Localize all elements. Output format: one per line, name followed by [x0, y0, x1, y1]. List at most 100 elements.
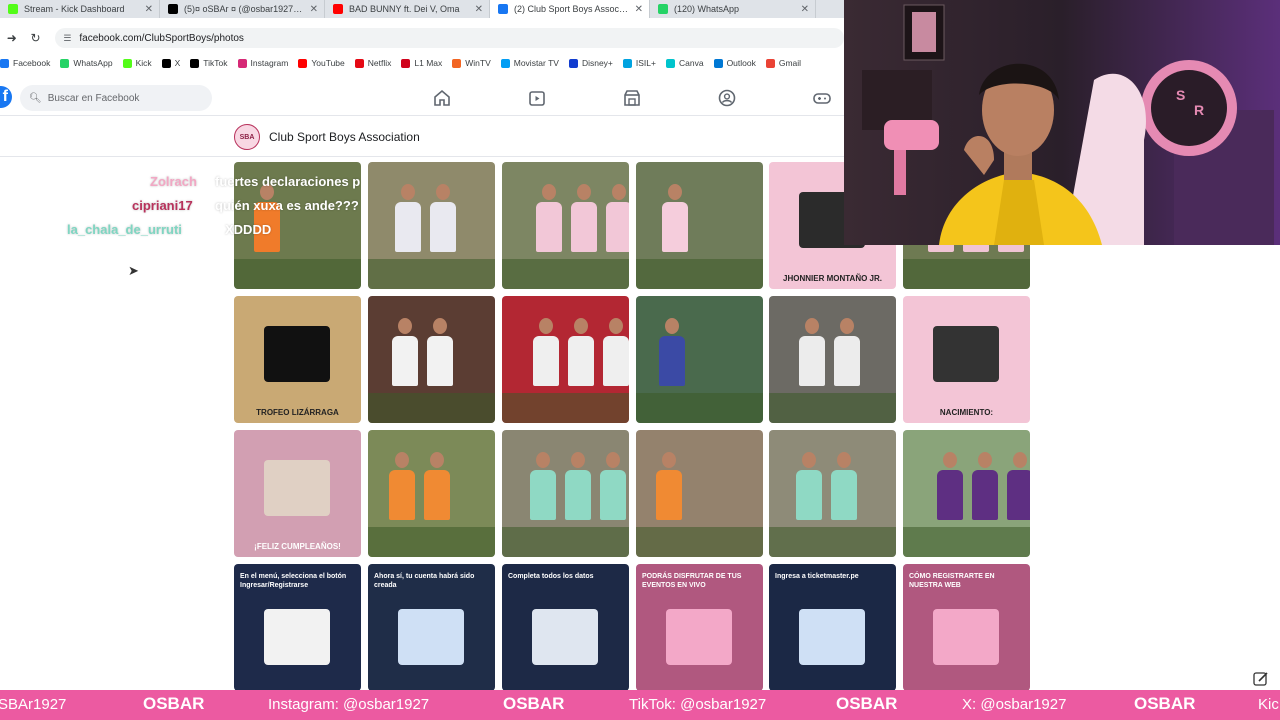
bookmark-favicon-icon [354, 58, 364, 68]
browser-tab[interactable]: BAD BUNNY ft. Dei V, Oma ✕ [325, 0, 490, 18]
photo-thumbnail[interactable] [502, 296, 629, 423]
bookmark-item[interactable]: L1 Max [401, 58, 442, 68]
bookmark-label: Facebook [13, 58, 51, 68]
ticker-item: Kic [1258, 696, 1279, 713]
browser-tab[interactable]: Stream - Kick Dashboard ✕ [0, 0, 160, 18]
pitch-ground [903, 259, 1030, 289]
ticker-logo: OSBAR [143, 694, 205, 713]
bookmark-item[interactable]: WhatsApp [60, 58, 113, 68]
groups-icon[interactable] [717, 88, 737, 108]
bookmark-item[interactable]: ISIL+ [622, 58, 656, 68]
address-bar-row: ➜ ↻ ☰ facebook.com/ClubSportBoys/photos [0, 28, 844, 48]
bookmark-item[interactable]: Kick [122, 58, 152, 68]
photo-thumbnail[interactable] [368, 430, 495, 557]
bookmark-item[interactable]: Outlook [713, 58, 756, 68]
club-logo-avatar[interactable]: SBA [234, 124, 260, 150]
gaming-icon[interactable] [812, 88, 832, 108]
pitch-ground [636, 259, 763, 289]
bookmark-favicon-icon [122, 58, 132, 68]
photo-thumbnail[interactable] [368, 296, 495, 423]
forward-icon[interactable]: ➜ [0, 31, 24, 45]
facebook-logo-icon[interactable]: f [0, 86, 12, 108]
pitch-ground [234, 259, 361, 289]
bookmark-label: WhatsApp [73, 58, 113, 68]
site-info-icon[interactable]: ☰ [63, 33, 71, 44]
photo-thumbnail[interactable] [769, 296, 896, 423]
url-field[interactable]: ☰ facebook.com/ClubSportBoys/photos [55, 28, 844, 48]
player-figure [796, 470, 822, 520]
photo-thumbnail[interactable] [636, 430, 763, 557]
facebook-search-input[interactable]: 🔍︎ Buscar en Facebook [20, 85, 212, 111]
player-figure [536, 202, 562, 252]
photo-thumbnail[interactable] [636, 296, 763, 423]
photo-thumbnail[interactable] [502, 430, 629, 557]
photo-thumbnail[interactable] [368, 162, 495, 289]
bookmark-label: Movistar TV [513, 58, 559, 68]
bookmark-item[interactable]: Canva [665, 58, 704, 68]
bookmark-label: Gmail [778, 58, 802, 68]
close-tab-icon[interactable]: ✕ [635, 4, 643, 15]
tab-favicon-icon [658, 4, 668, 14]
compose-edit-icon[interactable] [1252, 670, 1270, 688]
photo-thumbnail[interactable]: ¡FELIZ CUMPLEAÑOS! [234, 430, 361, 557]
bookmark-item[interactable]: TikTok [190, 58, 228, 68]
marketplace-icon[interactable] [622, 88, 642, 108]
photo-thumbnail[interactable] [769, 430, 896, 557]
photo-thumbnail[interactable] [502, 162, 629, 289]
player-figure [565, 470, 591, 520]
photo-graphic [933, 609, 999, 665]
player-figure [656, 470, 682, 520]
bookmark-item[interactable]: Movistar TV [500, 58, 559, 68]
browser-tab[interactable]: (5)¤ oSBAr ¤ (@osbar1927) | T ✕ [160, 0, 325, 18]
photo-caption: Completa todos los datos [508, 573, 594, 580]
photo-thumbnail[interactable]: TROFEO LIZÁRRAGA [234, 296, 361, 423]
bookmark-item[interactable]: Facebook [0, 58, 50, 68]
pitch-ground [502, 527, 629, 557]
player-head [395, 452, 409, 468]
bookmark-label: Kick [135, 58, 152, 68]
reload-icon[interactable]: ↻ [24, 31, 48, 45]
search-icon: 🔍︎ [29, 92, 42, 104]
browser-tab[interactable]: (2) Club Sport Boys Association ✕ [490, 0, 650, 18]
photo-thumbnail[interactable]: PODRÁS DISFRUTAR DE TUS EVENTOS EN VIVO [636, 564, 763, 691]
photo-thumbnail[interactable]: NACIMIENTO: [903, 296, 1030, 423]
browser-tab[interactable]: (120) WhatsApp ✕ [650, 0, 816, 18]
player-head [574, 318, 588, 334]
photo-thumbnail[interactable]: Ahora sí, tu cuenta habrá sido creada [368, 564, 495, 691]
close-tab-icon[interactable]: ✕ [801, 4, 809, 15]
svg-text:R: R [1194, 102, 1204, 118]
photo-thumbnail[interactable]: CÓMO REGISTRARTE EN NUESTRA WEB [903, 564, 1030, 691]
close-tab-icon[interactable]: ✕ [310, 4, 318, 15]
player-figure [424, 470, 450, 520]
player-figure [430, 202, 456, 252]
bookmark-item[interactable]: Disney+ [568, 58, 613, 68]
bookmark-favicon-icon [60, 58, 70, 68]
bookmark-item[interactable]: Netflix [354, 58, 391, 68]
mouse-cursor-icon: ➤ [128, 263, 139, 278]
bookmark-favicon-icon [622, 58, 632, 68]
photo-thumbnail[interactable]: En el menú, selecciona el botón Ingresar… [234, 564, 361, 691]
bookmark-item[interactable]: WinTV [452, 58, 491, 68]
photo-thumbnail[interactable]: Ingresa a ticketmaster.pe [769, 564, 896, 691]
bookmark-item[interactable]: Gmail [765, 58, 802, 68]
player-figure [659, 336, 685, 386]
bookmark-item[interactable]: X [161, 58, 180, 68]
close-tab-icon[interactable]: ✕ [145, 4, 153, 15]
photo-thumbnail[interactable]: Completa todos los datos [502, 564, 629, 691]
page-title[interactable]: Club Sport Boys Association [269, 130, 420, 144]
video-icon[interactable] [527, 88, 547, 108]
player-head [539, 318, 553, 334]
close-tab-icon[interactable]: ✕ [475, 4, 483, 15]
photo-thumbnail[interactable] [903, 430, 1030, 557]
player-figure [395, 202, 421, 252]
home-icon[interactable] [432, 88, 452, 108]
player-head [606, 452, 620, 468]
bookmark-item[interactable]: YouTube [298, 58, 345, 68]
bookmark-favicon-icon [452, 58, 462, 68]
bookmark-favicon-icon [568, 58, 578, 68]
photo-thumbnail[interactable] [636, 162, 763, 289]
player-head [571, 452, 585, 468]
bookmark-label: ISIL+ [635, 58, 656, 68]
bookmark-item[interactable]: Instagram [237, 58, 288, 68]
photo-caption: Ahora sí, tu cuenta habrá sido creada [374, 573, 475, 589]
